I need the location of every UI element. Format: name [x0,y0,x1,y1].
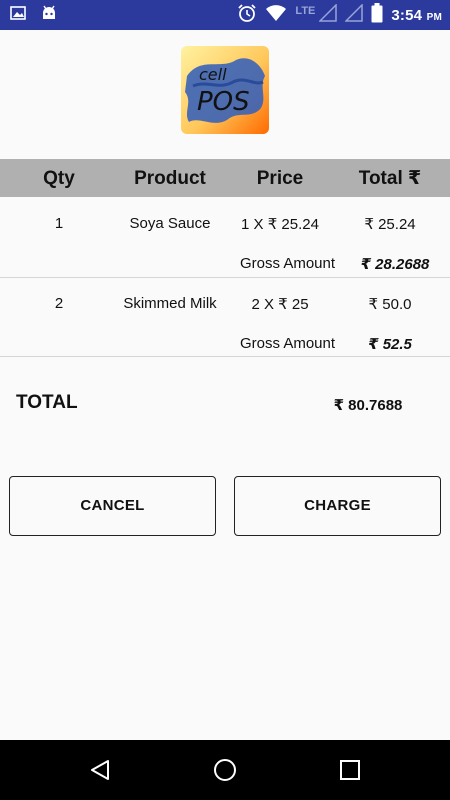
row-price: 2 X ₹ 25 [251,296,309,313]
battery-icon [371,2,383,28]
gross-amount-label: Gross Amount [240,335,336,352]
cancel-button[interactable]: CANCEL [9,476,216,536]
clock: 3:54 PM [391,6,442,24]
app-logo: cell POS [181,46,269,134]
table-header: Qty Product Price Total ₹ [0,159,450,197]
logo-text-cell: cell [199,65,227,84]
recents-icon[interactable] [320,740,380,800]
network-type-label: LTE [295,5,316,17]
signal-icon [318,2,338,27]
logo-text-pos: POS [197,87,250,117]
header-total: Total ₹ [358,168,422,189]
gross-amount-value: ₹ 52.5 [368,336,412,353]
row-product: Skimmed Milk [123,295,217,312]
total-label: TOTAL [16,392,78,413]
signal-2-icon [344,2,364,27]
row-qty: 2 [54,295,64,312]
status-bar: LTE 3:54 PM [0,0,450,30]
gross-amount-value: ₹ 28.2688 [360,256,430,273]
row-divider [0,356,450,357]
alarm-icon [237,3,257,28]
row-product: Soya Sauce [129,215,211,232]
gallery-icon [10,5,26,26]
header-product: Product [134,168,206,189]
header-price: Price [256,168,304,189]
home-icon[interactable] [195,740,255,800]
wifi-icon [265,4,287,27]
row-total: ₹ 50.0 [368,296,412,313]
navigation-bar [0,740,450,800]
total-value: ₹ 80.7688 [333,397,403,414]
row-divider [0,277,450,278]
header-qty: Qty [43,168,75,189]
android-icon [40,5,58,26]
row-total: ₹ 25.24 [364,216,416,233]
row-qty: 1 [54,215,64,232]
gross-amount-label: Gross Amount [240,255,336,272]
back-icon[interactable] [70,740,130,800]
row-price: 1 X ₹ 25.24 [241,216,319,233]
charge-button[interactable]: CHARGE [234,476,441,536]
